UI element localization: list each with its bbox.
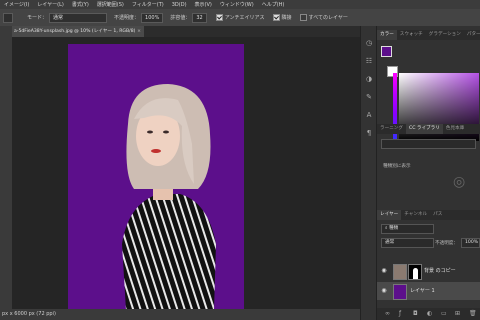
opacity-field[interactable]: 100% bbox=[141, 12, 164, 23]
menu-type[interactable]: 書式(Y) bbox=[68, 1, 93, 8]
portrait-photo bbox=[122, 84, 216, 310]
close-icon[interactable]: × bbox=[137, 26, 141, 37]
document-size-info: px x 6000 px (72 ppi) bbox=[2, 311, 56, 317]
new-layer-icon[interactable]: ⊞ bbox=[455, 310, 460, 317]
menu-select[interactable]: 選択範囲(S) bbox=[93, 1, 128, 8]
contiguous-label: 隣接 bbox=[281, 15, 292, 21]
tab-gradients[interactable]: グラデーション bbox=[426, 30, 464, 40]
antialias-checkbox[interactable] bbox=[215, 14, 223, 21]
layers-panel-tabs: レイヤー チャンネル パス bbox=[377, 210, 480, 220]
kind-filter-label: 種類 bbox=[389, 226, 399, 231]
character-icon[interactable]: A bbox=[364, 110, 374, 120]
menu-3d[interactable]: 3D(D) bbox=[168, 2, 191, 8]
color-panel-tabs: カラー スウォッチ グラデーション パターン bbox=[377, 30, 480, 40]
paragraph-icon[interactable]: ¶ bbox=[364, 128, 374, 138]
tolerance-label: 許容値： bbox=[170, 15, 191, 21]
brush-settings-icon[interactable]: ✎ bbox=[364, 92, 374, 102]
visibility-eye-icon[interactable]: ◉ bbox=[380, 287, 388, 295]
blend-mode-select[interactable]: 通常 bbox=[381, 238, 434, 248]
tab-patterns[interactable]: パターン bbox=[464, 30, 480, 40]
layer-thumbnail bbox=[393, 264, 407, 280]
layers-footer: ∞ ƒ ◘ ◐ ▭ ⊞ 🗑 bbox=[377, 308, 480, 320]
folder-icon[interactable]: ▭ bbox=[441, 310, 447, 317]
menu-layer[interactable]: レイヤー(L) bbox=[33, 1, 68, 8]
fx-icon[interactable]: ƒ bbox=[399, 310, 401, 317]
tab-color-themes[interactable]: 色見本庫 bbox=[443, 124, 467, 134]
adjustment-layer-icon[interactable]: ◐ bbox=[427, 310, 432, 317]
right-panel-dock: カラー スウォッチ グラデーション パターン ラーニング CC ライブラリ 色見… bbox=[376, 26, 480, 320]
menu-help[interactable]: ヘルプ(H) bbox=[258, 1, 289, 8]
layer-row-layer-1[interactable]: ◉ レイヤー 1 bbox=[377, 282, 480, 300]
mode-select[interactable]: 通常 bbox=[49, 12, 108, 23]
menu-filter[interactable]: フィルター(T) bbox=[128, 1, 168, 8]
layer-row-background-copy[interactable]: ◉ 背景 のコピー bbox=[377, 262, 480, 280]
document-canvas[interactable] bbox=[68, 44, 244, 310]
link-icon[interactable]: ∞ bbox=[385, 310, 390, 317]
library-view-dropdown[interactable]: 種類別に表示 bbox=[383, 163, 411, 169]
trash-icon[interactable]: 🗑 bbox=[469, 310, 477, 317]
document-tab[interactable]: a-5dFieA38Y-unsplash.jpg @ 10% (レイヤー 1, … bbox=[12, 26, 144, 37]
opacity-label: 不透明度： bbox=[114, 15, 140, 21]
menu-window[interactable]: ウィンドウ(W) bbox=[216, 1, 258, 8]
document-tab-bar: a-5dFieA38Y-unsplash.jpg @ 10% (レイヤー 1, … bbox=[12, 26, 360, 37]
all-layers-checkbox[interactable] bbox=[299, 14, 307, 21]
mask-icon[interactable]: ◘ bbox=[413, 310, 418, 317]
layer-mask-thumbnail[interactable] bbox=[408, 264, 422, 280]
tab-paths[interactable]: パス bbox=[430, 210, 445, 220]
visibility-eye-icon[interactable]: ◉ bbox=[380, 267, 388, 275]
menu-view[interactable]: 表示(V) bbox=[191, 1, 216, 8]
tab-cc-libraries[interactable]: CC ライブラリ bbox=[405, 124, 443, 134]
foreground-color-swatch[interactable] bbox=[381, 46, 392, 57]
creative-cloud-icon: ◎ bbox=[453, 174, 466, 190]
tab-color[interactable]: カラー bbox=[377, 30, 397, 40]
layer-opacity-field[interactable]: 100% bbox=[461, 238, 480, 248]
antialias-label: アンチエイリアス bbox=[224, 15, 265, 21]
properties-icon[interactable]: ☷ bbox=[364, 56, 374, 66]
all-layers-label: すべてのレイヤー bbox=[308, 15, 348, 21]
options-bar: モード： 通常 不透明度： 100% 許容値： 32 アンチエイリアス 隣接 す… bbox=[0, 9, 480, 27]
adjustments-icon[interactable]: ◑ bbox=[364, 74, 374, 84]
tab-swatches[interactable]: スウォッチ bbox=[397, 30, 426, 40]
tab-channels[interactable]: チャンネル bbox=[401, 210, 430, 220]
history-icon[interactable]: ◷ bbox=[364, 38, 374, 48]
layer-opacity-label: 不透明度： bbox=[435, 241, 458, 246]
tab-learn[interactable]: ラーニング bbox=[377, 124, 406, 134]
mode-label: モード： bbox=[27, 15, 48, 21]
panel-icon-strip: ◷ ☷ ◑ ✎ A ¶ bbox=[360, 26, 377, 320]
tab-layers[interactable]: レイヤー bbox=[377, 210, 402, 220]
menu-bar: イメージ(I) レイヤー(L) 書式(Y) 選択範囲(S) フィルター(T) 3… bbox=[0, 0, 480, 9]
tool-preset-icon[interactable] bbox=[3, 12, 13, 23]
layer-thumbnail bbox=[393, 284, 407, 300]
layer-name[interactable]: 背景 のコピー bbox=[424, 262, 456, 280]
document-tab-title: a-5dFieA38Y-unsplash.jpg @ 10% (レイヤー 1, … bbox=[14, 29, 136, 34]
library-panel-tabs: ラーニング CC ライブラリ 色見本庫 bbox=[377, 124, 480, 134]
layer-name[interactable]: レイヤー 1 bbox=[410, 282, 435, 300]
tolerance-field[interactable]: 32 bbox=[192, 12, 207, 23]
menu-image[interactable]: イメージ(I) bbox=[0, 1, 33, 8]
layer-kind-filter[interactable]: ⌕ 種類 bbox=[381, 224, 434, 234]
library-search-input[interactable] bbox=[381, 139, 476, 149]
contiguous-checkbox[interactable] bbox=[272, 14, 280, 21]
striped-shirt bbox=[122, 194, 216, 310]
status-bar: px x 6000 px (72 ppi) bbox=[0, 309, 362, 320]
